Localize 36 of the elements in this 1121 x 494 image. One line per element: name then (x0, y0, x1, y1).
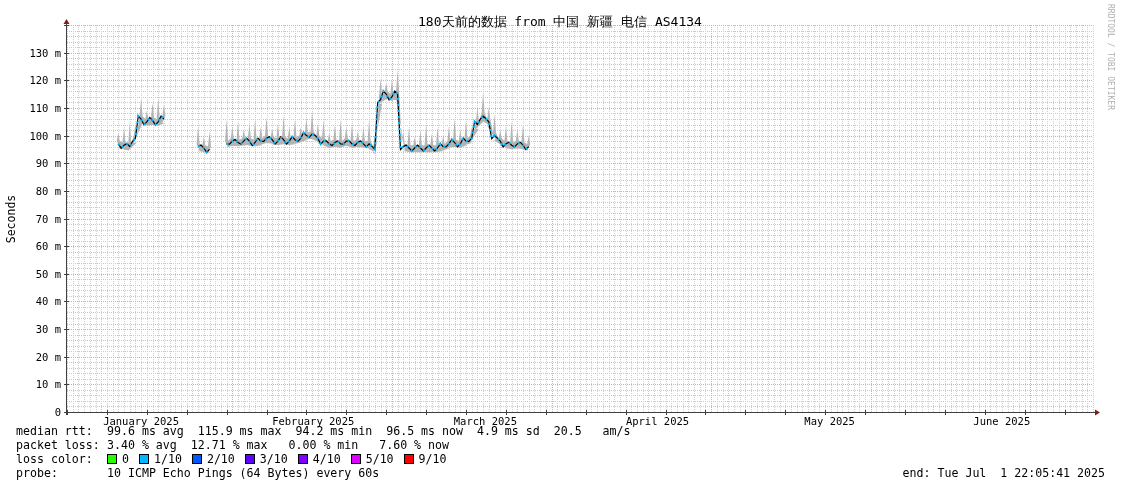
end-time: end: Tue Jul 1 22:05:41 2025 (902, 466, 1105, 480)
legend-value: 1/10 (154, 452, 182, 466)
legend-value: 4/10 (312, 452, 341, 466)
axis-label: 100 m (29, 129, 61, 142)
legend-value: 3/10 (259, 452, 288, 466)
axis-label: March 2025 (453, 415, 517, 427)
chart-title: 180天前的数据 from 中国 新疆 电信 AS4134 (418, 14, 702, 29)
legend-label: loss color: (16, 452, 94, 466)
axis-label: 120 m (29, 74, 61, 87)
axis-label: May 2025 (804, 415, 855, 427)
axis-label: 40 m (35, 295, 61, 308)
legend-value: 0 (122, 452, 129, 466)
axis-label: 70 m (35, 212, 61, 225)
axis-label: 60 m (35, 240, 61, 253)
axis-label: 10 m (35, 378, 61, 391)
axis-label: 30 m (35, 323, 61, 336)
legend-value: 2/10 (206, 452, 235, 466)
legend-label: packet loss: (16, 438, 101, 452)
axis-label: April 2025 (625, 415, 690, 427)
legend-value: 10 ICMP Echo Pings (64 Bytes) every 60s (107, 466, 380, 480)
axis-label: 50 m (35, 267, 61, 280)
axis-label: June 2025 (973, 415, 1031, 427)
axis-label: 0 (54, 406, 61, 418)
legend-value: 3.40 % avg 12.71 % max 0.00 % min 7.60 % now (107, 438, 450, 452)
legend-value: 9/10 (418, 452, 447, 466)
axis-label: 80 m (35, 184, 61, 197)
axis-label: 110 m (29, 101, 61, 114)
axis-label: 130 m (29, 46, 61, 59)
legend-label: probe: (16, 466, 59, 480)
side-caption: RRDTOOL / TOBI OETIKER (1106, 4, 1115, 110)
axis-label: 90 m (35, 157, 61, 170)
axis-title: Seconds (4, 194, 18, 244)
axis-label: February 2025 (272, 415, 355, 427)
legend-label: median rtt: (16, 424, 94, 438)
axis-label: 20 m (35, 350, 61, 363)
legend-value: 5/10 (365, 452, 394, 466)
